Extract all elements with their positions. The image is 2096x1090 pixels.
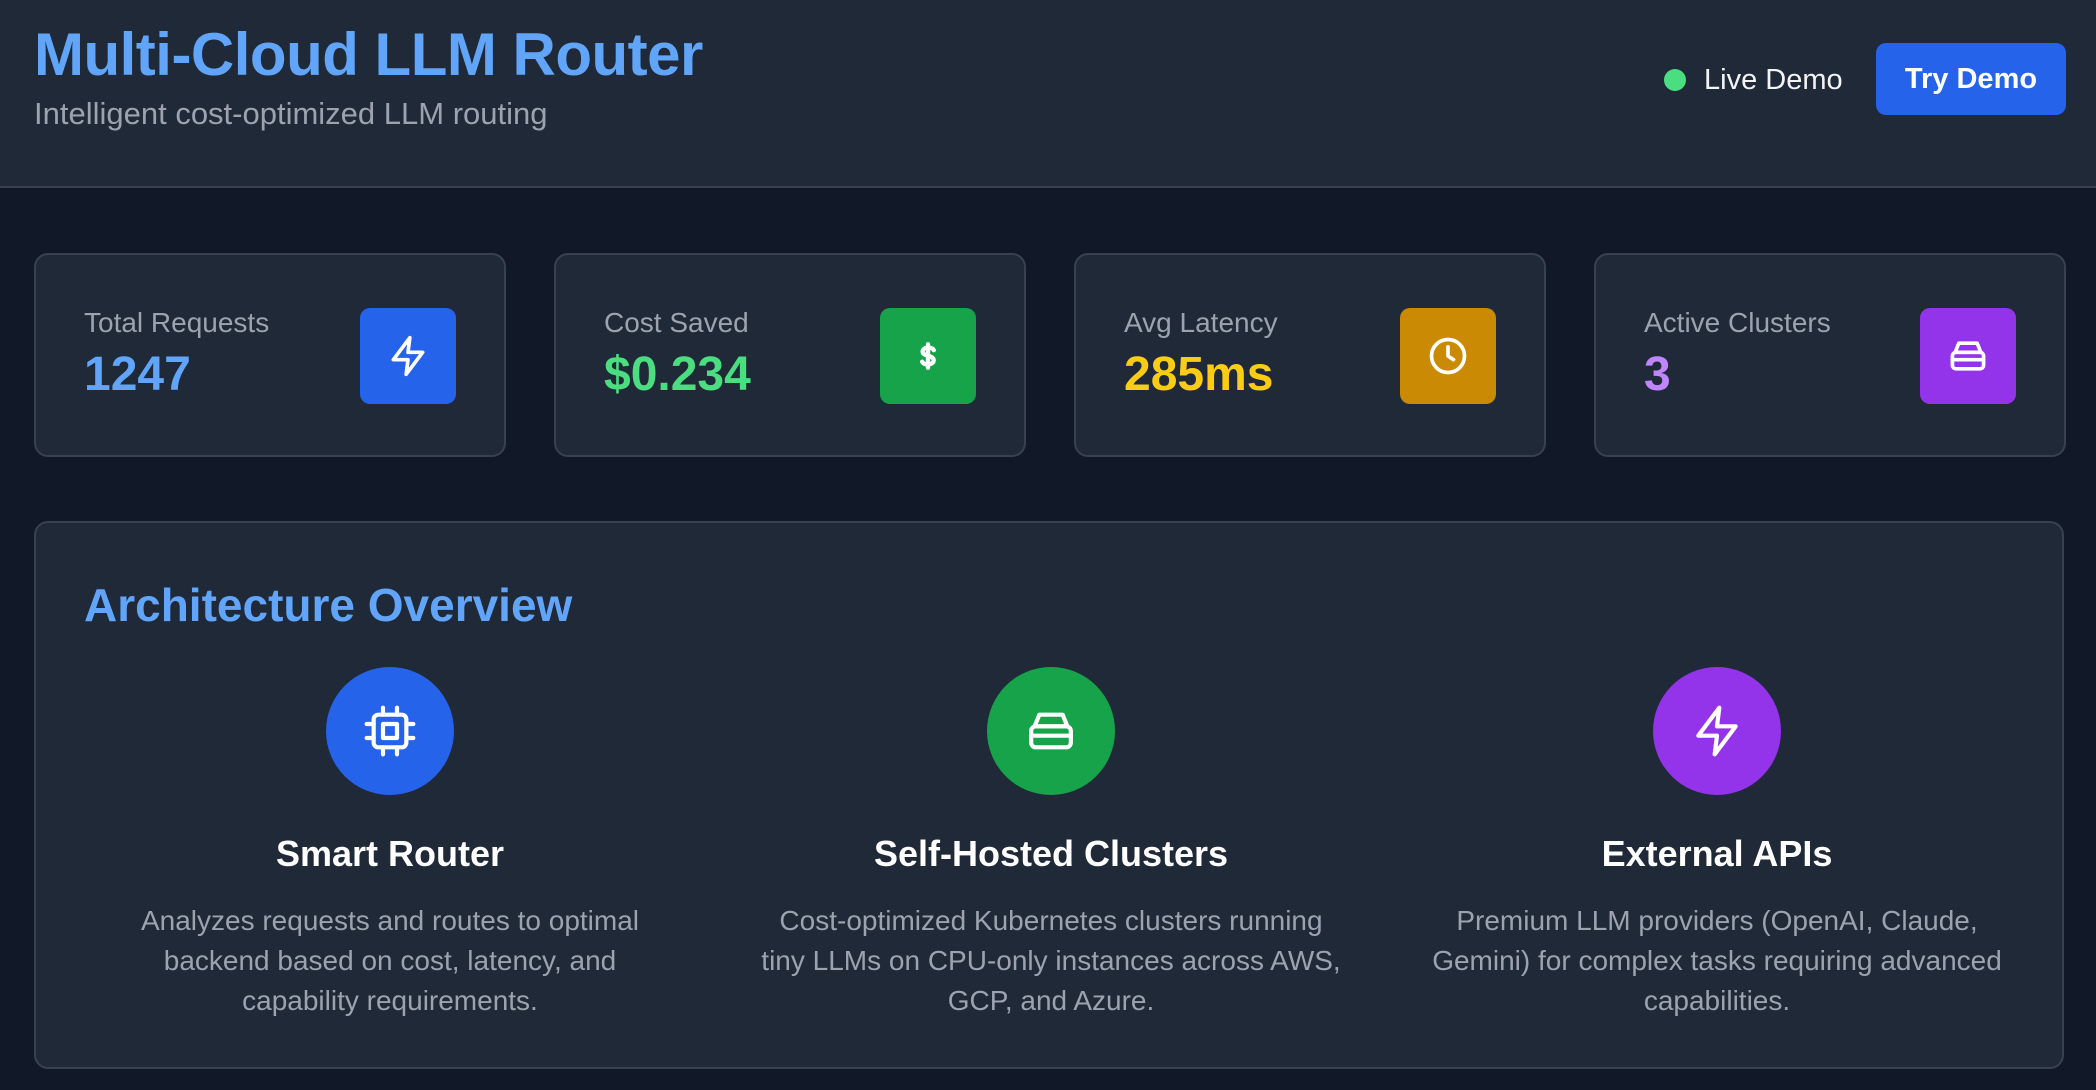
live-status-dot [1664,69,1686,91]
architecture-overview-panel: Architecture Overview Smart Router Analy… [34,521,2064,1069]
live-demo-label: Live Demo [1704,63,1843,96]
stat-card-cost-saved: Cost Saved $0.234 [554,253,1026,457]
desc-line: Cost-optimized Kubernetes clusters runni… [779,905,1323,936]
app-title: Multi-Cloud LLM Router [34,21,703,88]
chip-icon [326,667,454,795]
desc-line: Gemini) for complex tasks requiring adva… [1432,945,2002,976]
stat-label: Total Requests [84,307,270,338]
stat-card-total-requests: Total Requests 1247 [34,253,506,457]
stat-label: Cost Saved [604,307,749,338]
arch-item-external-apis: External APIs Premium LLM providers (Ope… [1407,667,2027,1021]
arch-item-description: Analyzes requests and routes to optimal … [80,901,700,1021]
server-icon [1920,308,2016,404]
lightning-icon [1653,667,1781,795]
arch-item-smart-router: Smart Router Analyzes requests and route… [80,667,700,1021]
app-subtitle: Intelligent cost-optimized LLM routing [34,96,548,131]
dollar-icon [880,308,976,404]
server-icon [987,667,1115,795]
stat-value: $0.234 [604,348,751,401]
stat-value: 3 [1644,348,1671,401]
desc-line: Analyzes requests and routes to optimal [140,905,640,936]
desc-line: capabilities. [1643,985,1791,1016]
live-demo-indicator: Live Demo [1664,62,1843,98]
stat-card-avg-latency: Avg Latency 285ms [1074,253,1546,457]
desc-line: backend based on cost, latency, and [163,945,617,976]
arch-item-description: Cost-optimized Kubernetes clusters runni… [741,901,1361,1021]
architecture-title: Architecture Overview [84,579,573,631]
arch-item-name: Smart Router [275,833,505,874]
desc-line: tiny LLMs on CPU-only instances across A… [761,945,1341,976]
app-header: Multi-Cloud LLM Router Intelligent cost-… [0,0,2096,188]
arch-item-description: Premium LLM providers (OpenAI, Claude, G… [1407,901,2027,1021]
stat-card-active-clusters: Active Clusters 3 [1594,253,2066,457]
stat-label: Avg Latency [1124,307,1278,338]
arch-item-name: Self-Hosted Clusters [873,833,1229,874]
stat-value: 1247 [84,348,191,401]
desc-line: capability requirements. [242,985,538,1016]
stat-label: Active Clusters [1644,307,1831,338]
arch-item-self-hosted-clusters: Self-Hosted Clusters Cost-optimized Kube… [741,667,1361,1021]
clock-icon [1400,308,1496,404]
arch-item-name: External APIs [1601,833,1833,874]
desc-line: Premium LLM providers (OpenAI, Claude, [1456,905,1978,936]
try-demo-button[interactable]: Try Demo [1876,43,2066,115]
desc-line: GCP, and Azure. [947,985,1155,1016]
stat-value: 285ms [1124,348,1274,401]
lightning-icon [360,308,456,404]
